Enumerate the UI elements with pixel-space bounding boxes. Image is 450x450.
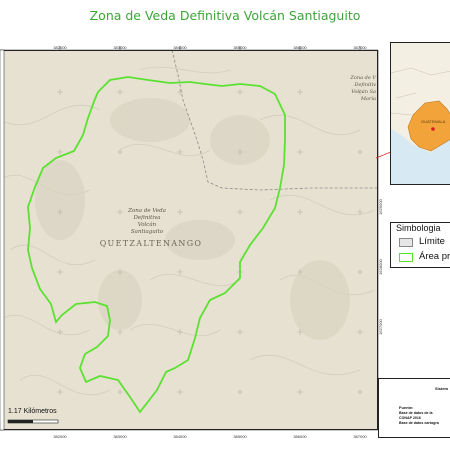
bottom-coordinate-ruler: 382000 383000 384000 385000 386000 38700… <box>0 429 378 439</box>
info-source-line: Base de datos cartogra <box>399 421 439 425</box>
location-marker <box>431 127 435 131</box>
x-tick-bottom-label: 384000 <box>173 434 187 439</box>
legend: Simbologia Límite Área pr <box>390 222 450 268</box>
corner-label-line: Volcán Sa <box>351 88 376 95</box>
x-tick-top-label: 384000 <box>173 45 187 50</box>
corner-label-line: Definitiv <box>353 82 376 88</box>
y-tick-right-label: 1629000 <box>378 198 383 214</box>
zone-label-line: Zona de Veda <box>127 208 166 214</box>
inset-map: GUATEMALA <box>391 43 450 184</box>
x-tick-bottom-label: 383000 <box>113 434 127 439</box>
left-ruler <box>0 49 5 431</box>
top-coordinate-ruler: 382000 383000 384000 385000 386000 38700… <box>0 44 378 51</box>
info-source-line: Base de datos de la <box>399 411 433 415</box>
y-tick-right-label: 1627000 <box>378 318 383 334</box>
legend-label: Límite <box>419 236 445 247</box>
x-tick-bottom-label: 386000 <box>293 434 307 439</box>
zone-label-line: Santiaguito <box>131 229 164 235</box>
inset-country-label: GUATEMALA <box>421 119 446 124</box>
legend-swatch-protected-area <box>399 253 413 262</box>
scale-bar <box>7 419 59 424</box>
zone-label-line: Volcán <box>138 221 157 228</box>
info-source-heading: Fuente: <box>399 405 414 410</box>
info-system-label: Sistem <box>435 386 449 391</box>
locator-inset: GUATEMALA <box>390 42 450 185</box>
x-tick-bottom-label: 387000 <box>353 434 367 439</box>
zone-label-line: Definitiva <box>133 215 161 221</box>
right-coordinate-ruler: 1629000 1628000 1627000 <box>377 50 384 430</box>
region-label: QUETZALTENANGO <box>100 239 203 248</box>
x-tick-top-label: 386000 <box>293 45 307 50</box>
x-tick-top-label: 387000 <box>353 45 367 50</box>
x-tick-top-label: 383000 <box>113 45 127 50</box>
info-source-line: CONAP 2016 <box>399 416 421 420</box>
info-box: Sistem Fuente: Base de datos de la CONAP… <box>378 378 450 438</box>
legend-swatch-limit <box>399 238 413 247</box>
x-tick-bottom-label: 385000 <box>233 434 247 439</box>
corner-label-line: María <box>360 95 376 102</box>
x-tick-top-label: 382000 <box>53 45 67 50</box>
corner-label-line: Zona de V <box>349 75 377 81</box>
legend-title: Simbologia <box>396 223 441 233</box>
y-tick-right-label: 1628000 <box>378 258 383 274</box>
x-tick-top-label: 385000 <box>233 45 247 50</box>
legend-label: Área pr <box>419 251 450 262</box>
scale-label: 1.17 Kilómetros <box>8 408 57 415</box>
x-tick-bottom-label: 382000 <box>53 434 67 439</box>
